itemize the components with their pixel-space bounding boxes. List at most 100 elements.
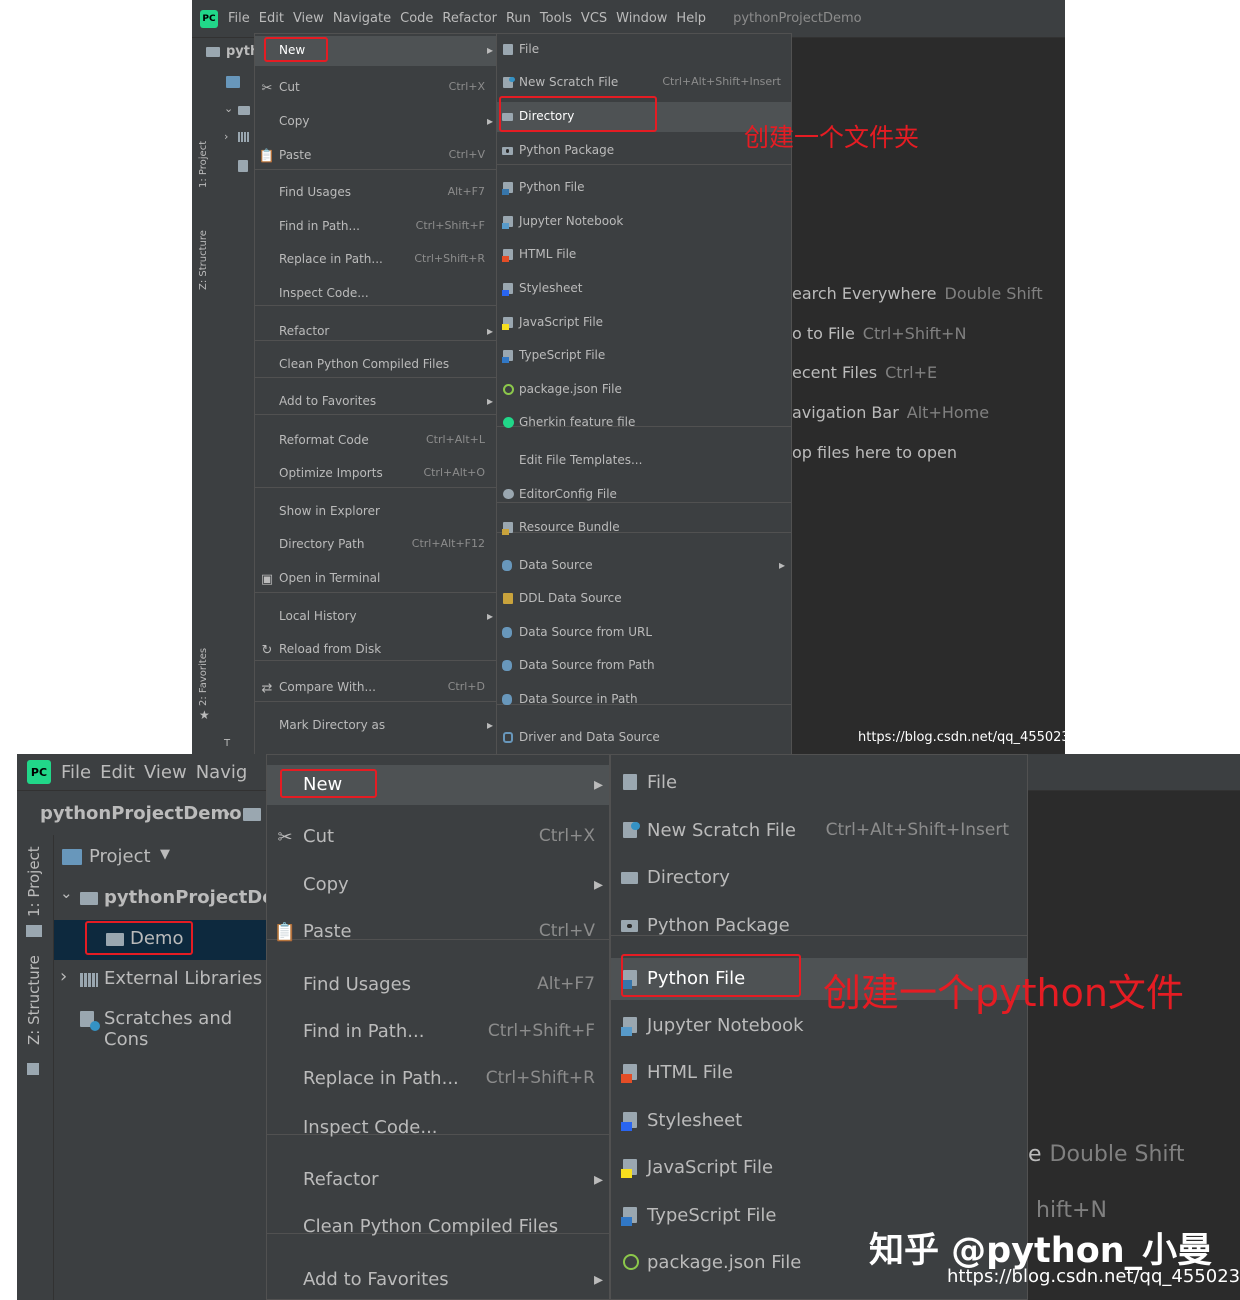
menu-item-find-usages[interactable]: Find Usages Alt+F7	[255, 178, 497, 208]
submenu-item-jupyter-notebook[interactable]: Jupyter Notebook	[497, 207, 791, 237]
submenu-item-python-file[interactable]: Python File	[497, 173, 791, 203]
submenu-item-file[interactable]: File	[611, 762, 1027, 804]
breadcrumb-project[interactable]: pythonProjectDemo	[40, 803, 242, 824]
tree-item-external-libraries[interactable]: External Libraries	[104, 968, 262, 989]
menu-item-find-usages[interactable]: Find Usages Alt+F7	[267, 965, 609, 1005]
tree-toggle-icon[interactable]: ›	[60, 966, 67, 987]
menu-item-label: Optimize Imports	[279, 466, 383, 480]
menu-item-optimize-imports[interactable]: Optimize Imports Ctrl+Alt+O	[255, 459, 497, 489]
submenu-item-html-file[interactable]: HTML File	[611, 1052, 1027, 1094]
gherkin-feature-file-icon	[499, 408, 517, 438]
menu-item-find-in-path[interactable]: Find in Path... Ctrl+Shift+F	[267, 1012, 609, 1052]
submenu-item-ddl-data-source[interactable]: DDL Data Source	[497, 584, 791, 614]
menu-refactor[interactable]: Refactor	[442, 11, 497, 26]
menu-item-replace-in-path[interactable]: Replace in Path... Ctrl+Shift+R	[255, 245, 497, 275]
menu-file[interactable]: File	[61, 762, 91, 783]
menu-item-icon-slot	[257, 497, 277, 527]
reload-icon: ↻	[261, 642, 273, 658]
menu-item-copy[interactable]: Copy ▸	[255, 107, 497, 137]
caret-down-icon[interactable]: ▼	[160, 847, 170, 862]
menu-item-inspect-code[interactable]: Inspect Code...	[267, 1108, 609, 1148]
bottom-tab[interactable]: T	[224, 738, 230, 749]
menu-run[interactable]: Run	[506, 11, 531, 26]
menu-window[interactable]: Window	[616, 11, 667, 26]
tab-favorites[interactable]: 2: Favorites	[198, 648, 209, 706]
submenu-item-data-source[interactable]: Data Source ▸	[497, 551, 791, 581]
menu-view[interactable]: View	[144, 762, 187, 783]
menu-navigate[interactable]: Navig	[196, 762, 248, 783]
submenu-item-data-source-from-path[interactable]: Data Source from Path	[497, 651, 791, 681]
submenu-item-stylesheet[interactable]: Stylesheet	[611, 1100, 1027, 1142]
tab-structure[interactable]: Z: Structure	[25, 955, 43, 1045]
tree-toggle-icon[interactable]: ⌄	[60, 884, 73, 902]
menu-item-refactor[interactable]: Refactor ▸	[267, 1160, 609, 1200]
submenu-item-edit-file-templates[interactable]: Edit File Templates...	[497, 446, 791, 476]
submenu-item-data-source-from-url[interactable]: Data Source from URL	[497, 618, 791, 648]
submenu-item-file[interactable]: File	[497, 35, 791, 65]
menu-item-clean-python-compiled-files[interactable]: Clean Python Compiled Files	[255, 350, 497, 380]
menu-item-paste[interactable]: 📋 Paste Ctrl+V	[255, 141, 497, 171]
tab-structure[interactable]: Z: Structure	[198, 230, 209, 290]
menu-navigate[interactable]: Navigate	[333, 11, 391, 26]
hint-shortcut: Ctrl+Shift+N	[862, 324, 967, 343]
menu-item-directory-path[interactable]: Directory Path Ctrl+Alt+F12	[255, 530, 497, 560]
submenu-arrow-icon: ▸	[593, 874, 603, 895]
submenu-item-directory[interactable]: Directory	[611, 857, 1027, 899]
file-icon	[499, 35, 517, 65]
menu-item-paste[interactable]: 📋 Paste Ctrl+V	[267, 912, 609, 952]
submenu-item-editorconfig-file[interactable]: EditorConfig File	[497, 480, 791, 510]
project-view-dropdown[interactable]: Project	[89, 846, 151, 867]
menu-item-find-in-path[interactable]: Find in Path... Ctrl+Shift+F	[255, 212, 497, 242]
submenu-item-python-package[interactable]: Python Package	[611, 905, 1027, 947]
menu-edit[interactable]: Edit	[100, 762, 135, 783]
chevron-down-icon[interactable]: ⌄	[224, 102, 233, 115]
menu-item-show-in-explorer[interactable]: Show in Explorer	[255, 497, 497, 527]
submenu-item-new-scratch-file[interactable]: New Scratch File Ctrl+Alt+Shift+Insert	[497, 68, 791, 98]
menu-help[interactable]: Help	[676, 11, 706, 26]
menu-tools[interactable]: Tools	[540, 11, 572, 26]
menu-item-label: New Scratch File	[519, 75, 619, 89]
submenu-item-stylesheet[interactable]: Stylesheet	[497, 274, 791, 304]
tab-project[interactable]: 1: Project	[198, 141, 209, 188]
menu-view[interactable]: View	[293, 11, 324, 26]
submenu-item-package-json-file[interactable]: package.json File	[497, 375, 791, 405]
menu-item-add-to-favorites[interactable]: Add to Favorites ▸	[267, 1260, 609, 1300]
submenu-item-html-file[interactable]: HTML File	[497, 240, 791, 270]
menu-item-cut[interactable]: ✂ Cut Ctrl+X	[255, 73, 497, 103]
menu-item-local-history[interactable]: Local History ▸	[255, 602, 497, 632]
menu-item-copy[interactable]: Copy ▸	[267, 865, 609, 905]
menu-item-open-in-terminal[interactable]: ▣ Open in Terminal	[255, 564, 497, 594]
data-source-in-path-icon	[499, 685, 517, 715]
top-navbar: pyth	[192, 38, 259, 66]
submenu-item-data-source-in-path[interactable]: Data Source in Path	[497, 685, 791, 715]
submenu-item-resource-bundle[interactable]: Resource Bundle	[497, 513, 791, 543]
menu-item-replace-in-path[interactable]: Replace in Path... Ctrl+Shift+R	[267, 1059, 609, 1099]
menu-item-icon-slot	[257, 317, 277, 347]
menu-code[interactable]: Code	[400, 11, 433, 26]
submenu-item-javascript-file[interactable]: JavaScript File	[611, 1147, 1027, 1189]
menu-item-cut[interactable]: ✂ Cut Ctrl+X	[267, 817, 609, 857]
menu-item-reformat-code[interactable]: Reformat Code Ctrl+Alt+L	[255, 426, 497, 456]
tab-project[interactable]: 1: Project	[25, 846, 43, 917]
submenu-item-gherkin-feature-file[interactable]: Gherkin feature file	[497, 408, 791, 438]
menu-item-reload-from-disk[interactable]: ↻ Reload from Disk	[255, 635, 497, 665]
project-tab-icon	[26, 925, 42, 937]
tree-item-scratches[interactable]: Scratches and Cons	[104, 1008, 269, 1050]
submenu-item-driver-and-data-source[interactable]: Driver and Data Source	[497, 723, 791, 753]
submenu-item-javascript-file[interactable]: JavaScript File	[497, 308, 791, 338]
menu-item-compare-with[interactable]: ⇄ Compare With... Ctrl+D	[255, 673, 497, 703]
submenu-item-new-scratch-file[interactable]: New Scratch File Ctrl+Alt+Shift+Insert	[611, 810, 1027, 852]
menu-item-add-to-favorites[interactable]: Add to Favorites ▸	[255, 387, 497, 417]
menu-vcs[interactable]: VCS	[581, 11, 607, 26]
menu-edit[interactable]: Edit	[259, 11, 284, 26]
menu-item-refactor[interactable]: Refactor ▸	[255, 317, 497, 347]
menu-item-clean-python-compiled-files[interactable]: Clean Python Compiled Files	[267, 1207, 609, 1247]
menu-item-label: Refactor	[303, 1169, 379, 1190]
chevron-right-icon[interactable]: ›	[224, 130, 228, 143]
menu-item-inspect-code[interactable]: Inspect Code...	[255, 279, 497, 309]
menu-file[interactable]: File	[228, 11, 250, 26]
menu-item-label: Add to Favorites	[279, 394, 377, 408]
tree-item-project-root[interactable]: pythonProjectDem	[104, 887, 293, 908]
menu-item-mark-directory-as[interactable]: Mark Directory as ▸	[255, 711, 497, 741]
submenu-item-typescript-file[interactable]: TypeScript File	[497, 341, 791, 371]
